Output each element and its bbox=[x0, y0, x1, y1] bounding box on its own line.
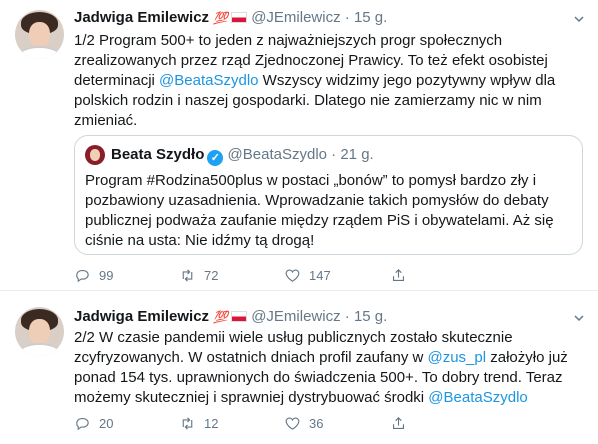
author-name[interactable]: Jadwiga Emilewicz bbox=[74, 9, 209, 26]
mention-link[interactable]: @zus_pl bbox=[427, 349, 486, 366]
retweet-icon bbox=[182, 269, 193, 282]
retweet-button[interactable]: 12 bbox=[179, 414, 218, 434]
mention-link[interactable]: @BeataSzydlo bbox=[159, 72, 258, 89]
share-button[interactable] bbox=[390, 414, 415, 434]
author-handle: @BeataSzydlo bbox=[227, 146, 327, 163]
tweet-time[interactable]: 15 g. bbox=[354, 308, 387, 325]
reply-count: 20 bbox=[99, 416, 114, 431]
separator-dot: · bbox=[344, 9, 350, 26]
tweet-time: 21 g. bbox=[340, 146, 374, 163]
separator-dot: · bbox=[331, 146, 337, 163]
tweet-text: 1/2 Program 500+ to jeden z najważniejsz… bbox=[74, 32, 556, 129]
quoted-tweet[interactable]: Beata Szydło ✓ @BeataSzydlo · 21 g. Progr… bbox=[74, 135, 583, 255]
like-count: 36 bbox=[309, 416, 324, 431]
tweet-text: 2/2 W czasie pandemii wiele usług public… bbox=[74, 329, 568, 406]
separator-dot: · bbox=[344, 308, 350, 325]
reply-button[interactable]: 99 bbox=[74, 266, 113, 286]
tweet[interactable]: Jadwiga Emilewicz 💯 @JEmilewicz · 15 g. 1… bbox=[0, 0, 598, 291]
heart-icon bbox=[285, 417, 300, 430]
like-button[interactable]: 147 bbox=[284, 266, 331, 286]
author-name: Beata Szydło bbox=[111, 146, 205, 163]
retweet-count: 72 bbox=[204, 268, 219, 283]
share-icon bbox=[392, 417, 405, 430]
like-count: 147 bbox=[309, 268, 331, 283]
tweet-time[interactable]: 15 g. bbox=[354, 9, 387, 26]
reply-icon bbox=[76, 269, 89, 283]
reply-button[interactable]: 20 bbox=[74, 414, 113, 434]
reply-icon bbox=[76, 417, 89, 431]
hundred-emoji-icon: 💯 bbox=[213, 310, 229, 324]
share-button[interactable] bbox=[390, 266, 415, 286]
author-handle[interactable]: @JEmilewicz bbox=[251, 9, 340, 26]
mention-link[interactable]: @BeataSzydlo bbox=[428, 389, 527, 406]
poland-flag-icon bbox=[231, 12, 248, 23]
retweet-icon bbox=[182, 417, 193, 430]
tweet-header: Jadwiga Emilewicz 💯 @JEmilewicz · 15 g. bbox=[74, 8, 387, 28]
retweet-button[interactable]: 72 bbox=[179, 266, 218, 286]
tweet-header: Jadwiga Emilewicz 💯 @JEmilewicz · 15 g. bbox=[74, 307, 387, 327]
reply-count: 99 bbox=[99, 268, 114, 283]
verified-badge-icon: ✓ bbox=[207, 150, 224, 166]
author-name[interactable]: Jadwiga Emilewicz bbox=[74, 308, 209, 325]
avatar[interactable] bbox=[15, 307, 64, 356]
heart-icon bbox=[285, 269, 300, 282]
chevron-down-icon[interactable] bbox=[574, 313, 584, 323]
quoted-tweet-text: Program #Rodzina500plus w postaci „bonów… bbox=[85, 172, 554, 249]
tweet[interactable]: Jadwiga Emilewicz 💯 @JEmilewicz · 15 g. 2… bbox=[0, 291, 598, 444]
quoted-tweet-header: Beata Szydło ✓ @BeataSzydlo · 21 g. bbox=[111, 145, 374, 166]
like-button[interactable]: 36 bbox=[284, 414, 323, 434]
retweet-count: 12 bbox=[204, 416, 219, 431]
tweet-actions: 20 12 36 bbox=[74, 414, 494, 434]
chevron-down-icon[interactable] bbox=[574, 14, 584, 24]
tweet-actions: 99 72 147 bbox=[74, 266, 494, 286]
avatar[interactable] bbox=[85, 145, 105, 165]
share-icon bbox=[392, 269, 405, 282]
avatar[interactable] bbox=[15, 10, 64, 59]
author-handle[interactable]: @JEmilewicz bbox=[251, 308, 340, 325]
poland-flag-icon bbox=[231, 311, 248, 322]
hundred-emoji-icon: 💯 bbox=[213, 11, 229, 25]
